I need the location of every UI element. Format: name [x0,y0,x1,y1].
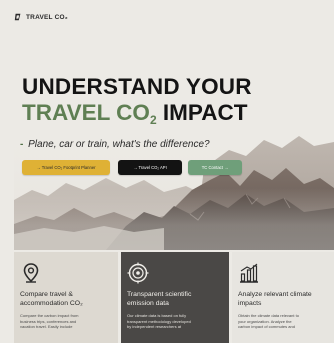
logo-icon [14,13,21,21]
feature-card-transparent[interactable]: Transparent scientific emission data Our… [121,252,229,343]
map-pin-icon [23,263,39,283]
headline-travel-co: TRAVEL CO [22,99,150,125]
footprint-planner-button[interactable]: → Travel CO₂ Footprint Planner [22,160,110,175]
card-title-line-2: emission data [127,299,169,307]
bar-chart-icon [240,263,258,283]
headline-line-2: TRAVEL CO2 IMPACT [22,99,322,127]
contact-button[interactable]: TC Contact → [188,160,242,175]
headline-impact: IMPACT [156,99,248,125]
card-title-line-1: Analyze relevant climate [238,291,312,298]
brand-name[interactable]: TRAVEL CO₂ [26,14,68,21]
card-text-line-3: by independent researchers at [127,324,182,330]
card-title-line-1: Transparent scientific [127,291,192,298]
card-title-line-2: accommodation CO₂ [20,299,83,307]
card-text-line-3: carbon impact of commutes and [238,324,295,330]
travel-co2-api-button[interactable]: → Travel CO₂ API [118,160,182,175]
feature-card-analyze[interactable]: Analyze relevant climate impacts Obtain … [232,252,334,343]
card-title-line-2: impacts [238,299,262,307]
hero-tagline: - Plane, car or train, what's the differ… [20,139,210,150]
card-title-line-1: Compare travel & [20,291,73,298]
site-header: TRAVEL CO₂ [14,13,68,21]
hero-headline: UNDERSTAND YOUR TRAVEL CO2 IMPACT [22,74,322,127]
target-icon [127,262,149,284]
tagline-dash: - [20,139,24,150]
feature-card-compare[interactable]: Compare travel & accommodation CO₂ Compa… [14,252,118,343]
card-text-line-3: vacation travel. Easily include [20,324,73,330]
headline-line-1: UNDERSTAND YOUR [22,74,252,99]
landing-page: TRAVEL CO₂ UNDERSTAND YOUR TRAVEL CO2 IM… [0,0,334,343]
headline-subscript: 2 [149,112,157,127]
feature-cards: Compare travel & accommodation CO₂ Compa… [14,252,334,343]
tagline-text: Plane, car or train, what's the differen… [28,139,210,150]
